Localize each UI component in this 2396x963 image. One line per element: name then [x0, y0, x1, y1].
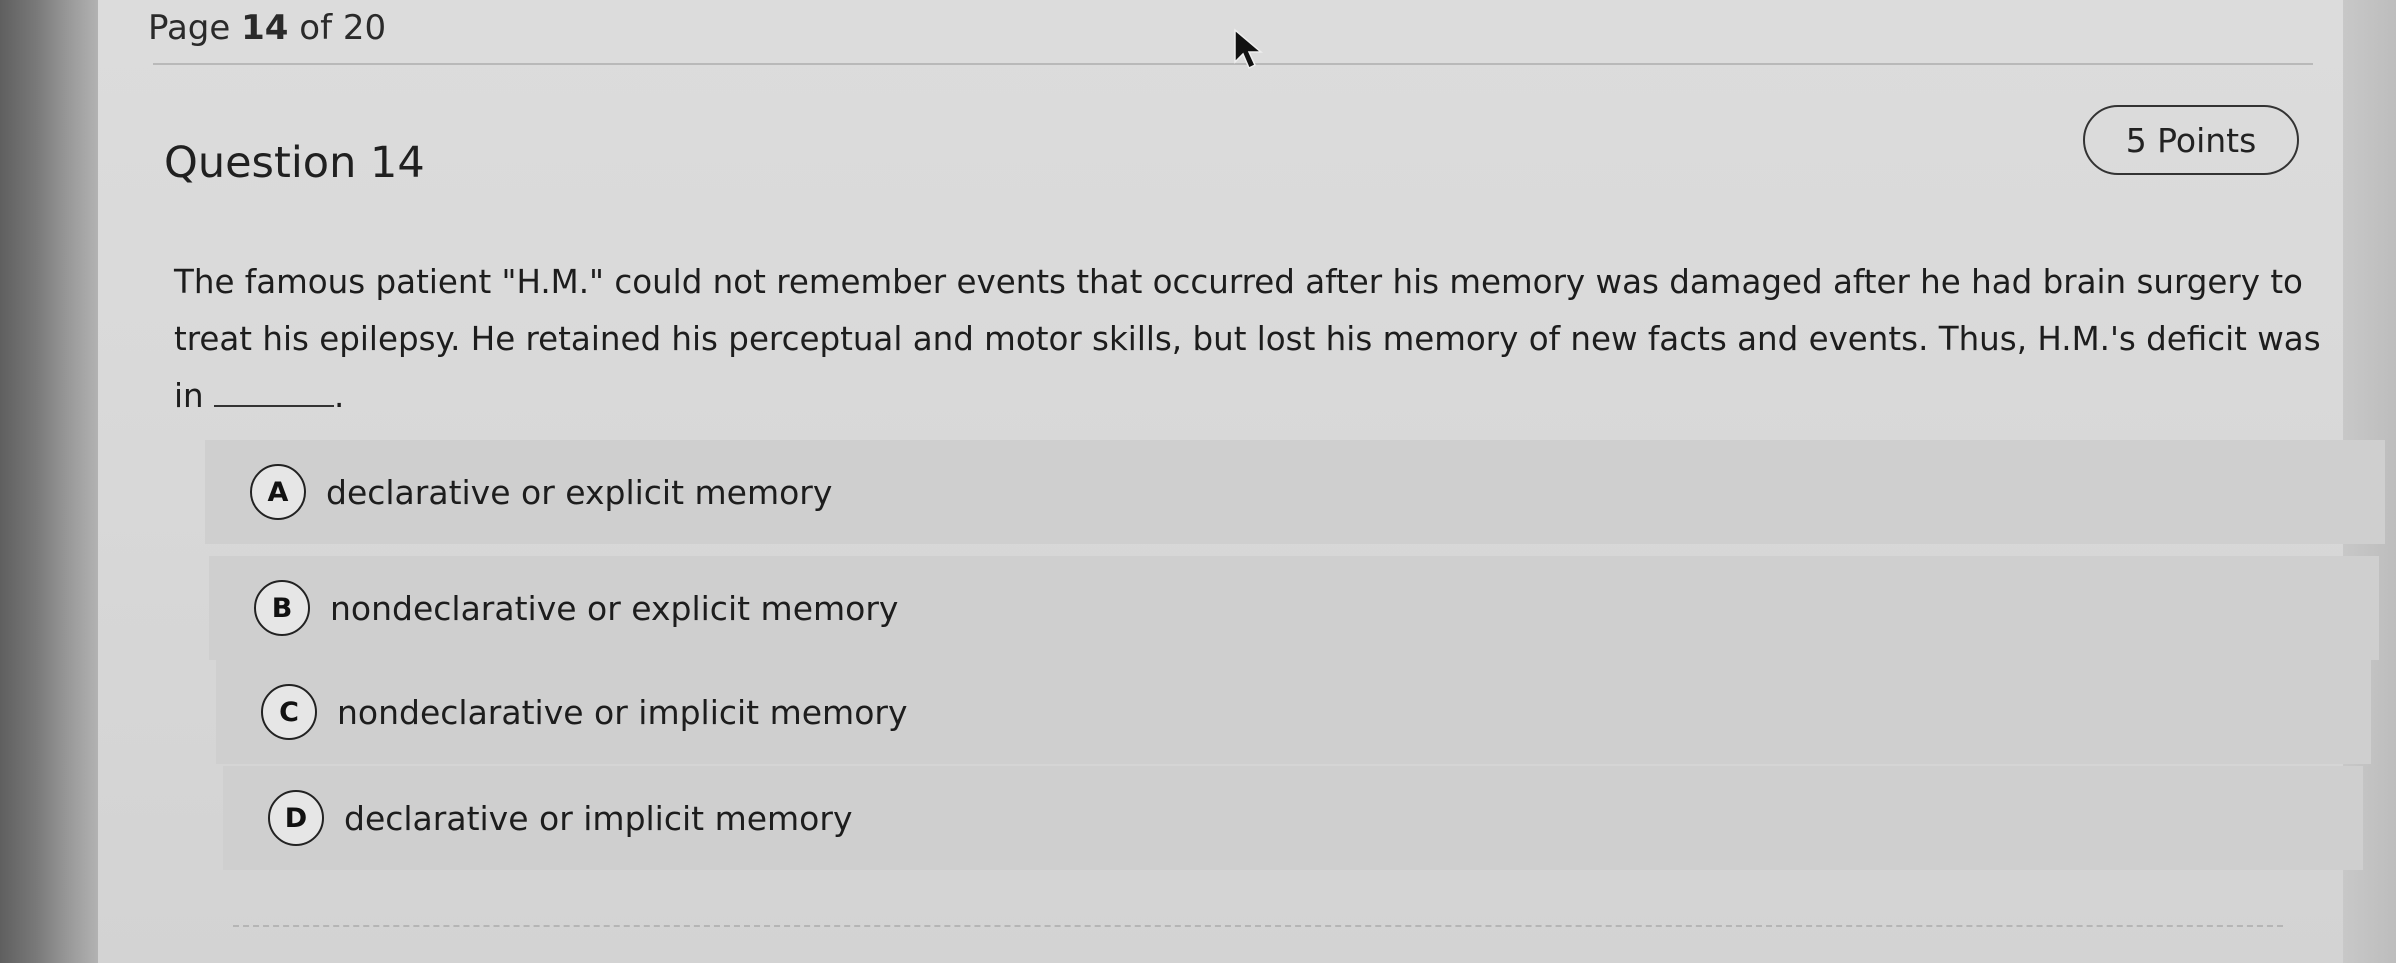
option-label-b: nondeclarative or explicit memory	[330, 588, 899, 628]
question-text-line: treat his epilepsy. He retained his perc…	[174, 320, 2321, 358]
option-letter-c[interactable]: C	[261, 684, 317, 740]
question-text-start: in	[174, 377, 204, 415]
footer-divider	[233, 925, 2283, 927]
answer-option-d[interactable]: D declarative or implicit memory	[223, 766, 2363, 870]
answer-option-a[interactable]: A declarative or explicit memory	[205, 440, 2385, 544]
option-label-d: declarative or implicit memory	[344, 798, 853, 838]
option-letter-d[interactable]: D	[268, 790, 324, 846]
page-current: 14	[241, 8, 289, 48]
question-text-end: .	[333, 377, 345, 415]
answer-option-c[interactable]: C nondeclarative or implicit memory	[216, 660, 2371, 764]
option-label-a: declarative or explicit memory	[326, 472, 833, 512]
points-badge: 5 Points	[2083, 105, 2299, 175]
option-letter-b[interactable]: B	[254, 580, 310, 636]
question-prompt: The famous patient "H.M." could not reme…	[174, 254, 2354, 425]
question-text-line: in .	[174, 368, 2354, 425]
option-letter-a[interactable]: A	[250, 464, 306, 520]
monitor-bezel-left	[0, 0, 100, 963]
quiz-page: Page 14 of 20 Question 14 5 Points The f…	[98, 0, 2385, 963]
page-indicator: Page 14 of 20	[148, 8, 386, 48]
answer-option-b[interactable]: B nondeclarative or explicit memory	[209, 556, 2379, 660]
mouse-pointer-icon	[1234, 28, 1264, 70]
page-label: Page	[148, 8, 231, 48]
answer-blank	[213, 379, 334, 407]
option-label-c: nondeclarative or implicit memory	[337, 692, 908, 732]
page-total: of 20	[299, 8, 387, 48]
question-title: Question 14	[164, 138, 425, 188]
question-text-line: The famous patient "H.M." could not reme…	[174, 263, 2303, 301]
